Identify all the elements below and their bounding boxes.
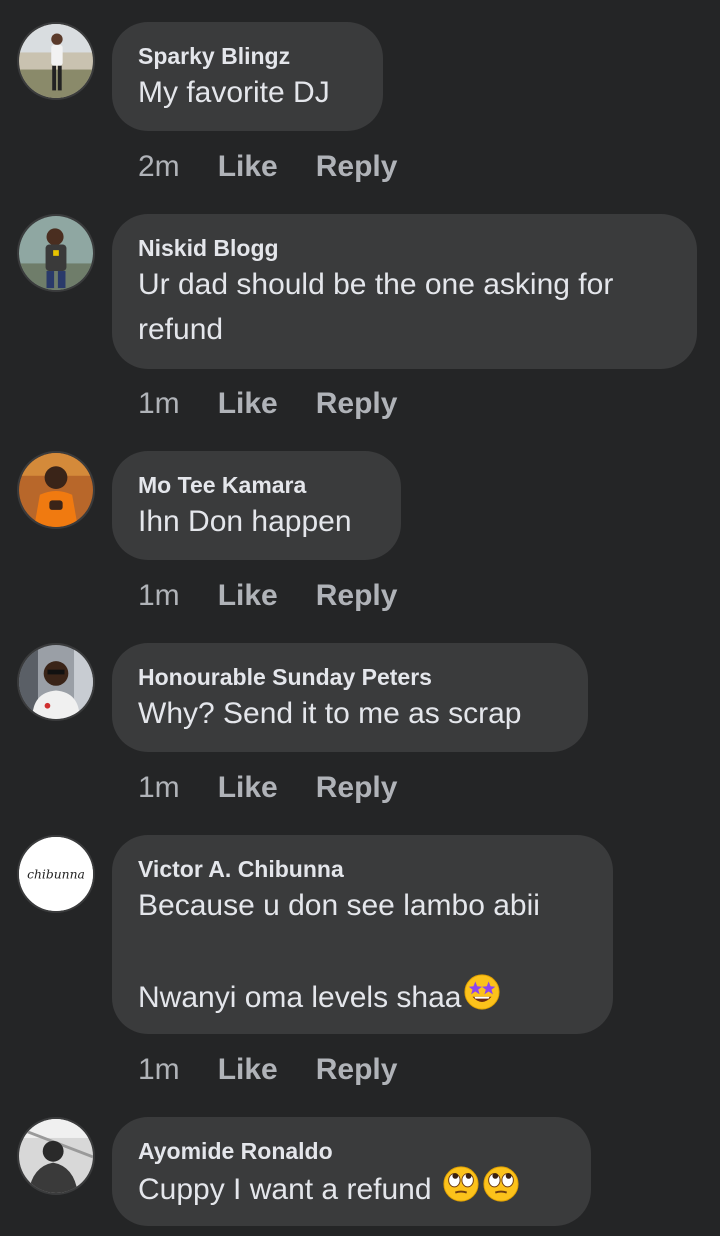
avatar-logo-text: chibunna — [27, 868, 85, 882]
comment-text: My favorite DJ — [138, 70, 357, 115]
comment-text-line: Cuppy I want a refund — [138, 1165, 565, 1212]
comment-bubble: Niskid Blogg Ur dad should be the one as… — [112, 214, 697, 369]
comment-timestamp[interactable]: 2m — [138, 149, 180, 185]
avatar[interactable]: chibunna — [17, 835, 95, 913]
like-button[interactable]: Like — [218, 578, 278, 614]
avatar[interactable] — [17, 22, 95, 100]
comment-text-blank-line — [138, 928, 587, 973]
comment-text: Because u don see lambo abii Nwanyi oma … — [138, 883, 587, 1020]
comment-text: Why? Send it to me as scrap — [138, 691, 562, 736]
comment-timestamp[interactable]: 1m — [138, 578, 180, 614]
comment-text-line: Ur dad should be the one asking for — [138, 268, 614, 301]
comment-author[interactable]: Honourable Sunday Peters — [138, 663, 562, 691]
comment-timestamp[interactable]: 1m — [138, 1052, 180, 1088]
reply-button[interactable]: Reply — [316, 578, 398, 614]
comment-actions: 1m Like Reply — [138, 770, 397, 806]
comment-bubble: Ayomide Ronaldo Cuppy I want a refund — [112, 1117, 591, 1226]
eye-roll-emoji-icon — [443, 1166, 479, 1202]
avatar[interactable] — [17, 1117, 95, 1195]
star-struck-emoji-icon — [464, 974, 501, 1010]
comment-actions: 1m Like Reply — [138, 578, 397, 614]
reply-button[interactable]: Reply — [316, 149, 398, 185]
comment-text-line: Ihn Don happen — [138, 505, 352, 538]
like-button[interactable]: Like — [218, 1052, 278, 1088]
comment-bubble: Mo Tee Kamara Ihn Don happen — [112, 451, 401, 560]
eye-roll-emoji-icon — [483, 1166, 519, 1202]
comment-timestamp[interactable]: 1m — [138, 770, 180, 806]
comment-text-line: Why? Send it to me as scrap — [138, 697, 522, 730]
comment-actions: 1m Like Reply — [138, 386, 397, 422]
avatar[interactable] — [17, 214, 95, 292]
reply-button[interactable]: Reply — [316, 1052, 398, 1088]
comment-author[interactable]: Sparky Blingz — [138, 42, 357, 70]
comment-text: Ur dad should be the one asking for refu… — [138, 262, 671, 352]
comment-text-line: Nwanyi oma levels shaa — [138, 973, 587, 1020]
comment-text-segment: Nwanyi oma levels shaa — [138, 981, 462, 1014]
comment-author[interactable]: Ayomide Ronaldo — [138, 1137, 565, 1165]
comment-text-line: refund — [138, 313, 224, 346]
avatar[interactable] — [17, 643, 95, 721]
comment-author[interactable]: Niskid Blogg — [138, 234, 671, 262]
like-button[interactable]: Like — [218, 386, 278, 422]
reply-button[interactable]: Reply — [316, 386, 398, 422]
comment-text-line: Because u don see lambo abii — [138, 889, 540, 922]
avatar[interactable] — [17, 451, 95, 529]
comment-bubble: Victor A. Chibunna Because u don see lam… — [112, 835, 613, 1034]
comment-text-line: My favorite DJ — [138, 76, 330, 109]
comment-author[interactable]: Mo Tee Kamara — [138, 471, 375, 499]
like-button[interactable]: Like — [218, 770, 278, 806]
comment-bubble: Sparky Blingz My favorite DJ — [112, 22, 383, 131]
comment-author[interactable]: Victor A. Chibunna — [138, 855, 587, 883]
comment-timestamp[interactable]: 1m — [138, 386, 180, 422]
comment-text: Cuppy I want a refund — [138, 1165, 565, 1212]
comment-actions: 1m Like Reply — [138, 1052, 397, 1088]
comment-bubble: Honourable Sunday Peters Why? Send it to… — [112, 643, 588, 752]
comment-text-segment: Cuppy I want a refund — [138, 1173, 440, 1206]
comment-actions: 2m Like Reply — [138, 149, 397, 185]
reply-button[interactable]: Reply — [316, 770, 398, 806]
like-button[interactable]: Like — [218, 149, 278, 185]
comment-text: Ihn Don happen — [138, 499, 375, 544]
